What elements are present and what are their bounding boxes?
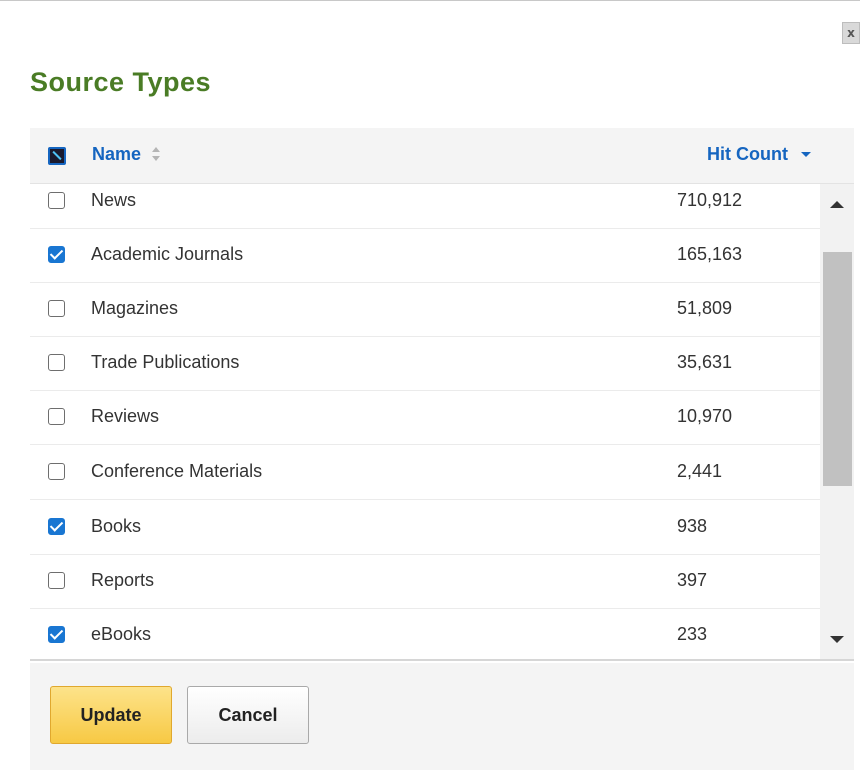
table-header: Name Hit Count <box>30 128 854 184</box>
row-checkbox[interactable] <box>48 518 65 535</box>
cancel-button[interactable]: Cancel <box>187 686 309 744</box>
source-type-name: Trade Publications <box>91 352 240 372</box>
sort-icon[interactable] <box>151 146 161 162</box>
select-all-checkbox[interactable] <box>48 147 66 165</box>
hit-count: 233 <box>677 624 708 644</box>
row-checkbox[interactable] <box>48 408 65 425</box>
row-checkbox[interactable] <box>48 192 65 209</box>
hit-count-column-header[interactable]: Hit Count <box>707 144 788 165</box>
row-checkbox[interactable] <box>48 300 65 317</box>
close-button[interactable]: x <box>842 22 860 44</box>
hit-count: 938 <box>677 516 708 536</box>
update-button[interactable]: Update <box>50 686 172 744</box>
table-row[interactable]: Books 938 <box>30 500 820 555</box>
table-row[interactable]: News 710,912 <box>30 184 820 229</box>
source-type-name: eBooks <box>91 624 152 644</box>
source-type-name: Books <box>91 516 142 536</box>
close-icon: x <box>847 26 855 40</box>
scrollbar[interactable] <box>820 184 854 659</box>
source-type-name: Conference Materials <box>91 461 263 481</box>
source-type-name: Reviews <box>91 406 160 426</box>
row-checkbox[interactable] <box>48 354 65 371</box>
dialog-footer: Update Cancel <box>30 663 854 770</box>
source-type-name: Academic Journals <box>91 244 244 264</box>
source-types-table: Name Hit Count News 710,912 Academic Journ… <box>30 128 854 661</box>
row-checkbox[interactable] <box>48 246 65 263</box>
dialog-title: Source Types <box>30 67 212 97</box>
scroll-thumb[interactable] <box>823 252 852 486</box>
hit-count: 10,970 <box>677 406 733 426</box>
table-row[interactable]: Reports 397 <box>30 554 820 609</box>
row-checkbox[interactable] <box>48 463 65 480</box>
table-row[interactable]: Trade Publications 35,631 <box>30 336 820 391</box>
row-checkbox[interactable] <box>48 572 65 589</box>
hit-count: 35,631 <box>677 352 733 372</box>
sort-descending-icon[interactable] <box>801 152 811 157</box>
hit-count: 2,441 <box>677 461 723 481</box>
source-type-name: Magazines <box>91 298 179 318</box>
row-checkbox[interactable] <box>48 626 65 643</box>
dialog-top-border <box>0 0 860 4</box>
table-row[interactable]: Reviews 10,970 <box>30 390 820 445</box>
table-row[interactable]: Conference Materials 2,441 <box>30 445 820 500</box>
table-row[interactable]: Magazines 51,809 <box>30 282 820 337</box>
hit-count: 51,809 <box>677 298 733 318</box>
hit-count: 710,912 <box>677 190 743 210</box>
name-column-header[interactable]: Name <box>92 144 141 165</box>
scroll-down-arrow-icon[interactable] <box>830 636 844 643</box>
table-body: News 710,912 Academic Journals 165,163 Magaz… <box>30 184 820 659</box>
hit-count: 397 <box>677 570 708 590</box>
scroll-up-arrow-icon[interactable] <box>830 201 844 208</box>
hit-count: 165,163 <box>677 244 743 264</box>
table-row[interactable]: eBooks 233 <box>30 608 820 659</box>
source-type-name: Reports <box>91 570 155 590</box>
table-row[interactable]: Academic Journals 165,163 <box>30 228 820 283</box>
source-type-name: News <box>91 190 137 210</box>
